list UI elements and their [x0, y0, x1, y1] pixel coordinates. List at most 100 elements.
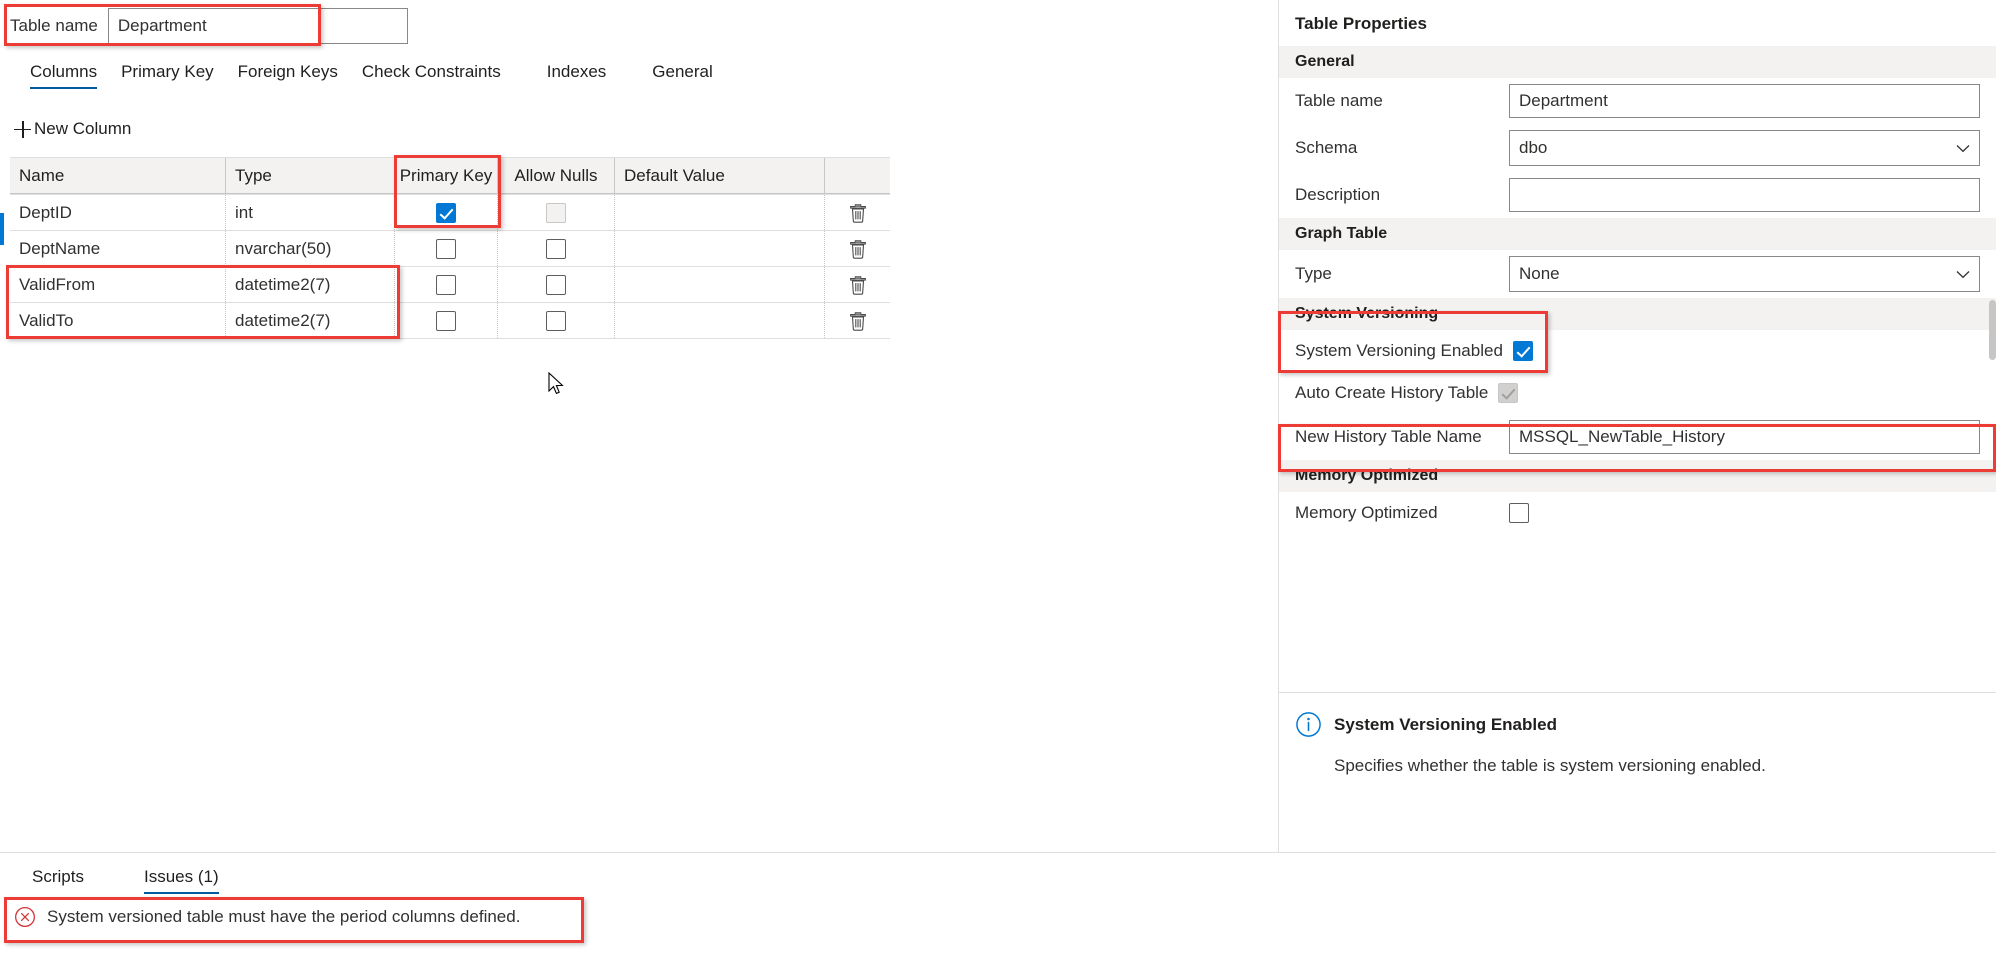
new-history-table-name-input[interactable]: [1509, 420, 1980, 454]
auto-create-history-table-label: Auto Create History Table: [1295, 383, 1489, 402]
properties-scrollbar[interactable]: [1989, 300, 1996, 360]
table-name-property-control: [1509, 84, 1980, 118]
bottom-tabs: Scripts Issues (1): [0, 853, 1996, 896]
tab-check-constraints[interactable]: Check Constraints: [350, 58, 513, 91]
cell-primary-key[interactable]: [395, 231, 498, 266]
property-info-panel: System Versioning Enabled Specifies whet…: [1279, 692, 1996, 852]
table-name-label: Table name: [10, 16, 98, 35]
property-info-title: System Versioning Enabled: [1334, 714, 1557, 734]
field-new-history-table-name: New History Table Name: [1279, 414, 1996, 460]
table-properties-pane: Table Properties General Table name Sche…: [1278, 0, 1996, 852]
cell-column-name[interactable]: DeptID: [10, 195, 226, 230]
mouse-cursor: [548, 372, 564, 395]
cell-allow-nulls[interactable]: [498, 231, 615, 266]
table-designer-pane: Table name Columns Primary Key Foreign K…: [0, 0, 1278, 852]
primary-key-checkbox[interactable]: [436, 238, 456, 259]
cell-delete[interactable]: [825, 195, 890, 230]
cell-column-type[interactable]: datetime2(7): [226, 267, 395, 302]
system-versioning-enabled-checkbox[interactable]: [1512, 341, 1533, 361]
chevron-down-icon: [1956, 144, 1970, 152]
allow-nulls-checkbox[interactable]: [546, 274, 566, 295]
cell-default-value[interactable]: [615, 231, 825, 266]
description-input[interactable]: [1509, 178, 1980, 212]
trash-icon[interactable]: [847, 238, 869, 260]
memory-optimized-label: Memory Optimized: [1295, 503, 1438, 522]
allow-nulls-checkbox[interactable]: [546, 310, 566, 331]
cell-delete[interactable]: [825, 231, 890, 266]
cell-column-name[interactable]: ValidFrom: [10, 267, 226, 302]
column-header-actions: [825, 158, 890, 193]
allow-nulls-checkbox: [546, 202, 566, 223]
table-designer-window: Table name Columns Primary Key Foreign K…: [0, 0, 1996, 966]
description-label: Description: [1295, 185, 1381, 204]
column-header-type: Type: [226, 158, 395, 193]
table-name-property-input[interactable]: [1509, 84, 1980, 118]
graph-type-value: None: [1519, 264, 1560, 283]
property-info-description: Specifies whether the table is system ve…: [1334, 756, 1766, 775]
trash-icon[interactable]: [847, 310, 869, 332]
field-schema: Schema dbo: [1279, 124, 1996, 172]
cell-allow-nulls[interactable]: [498, 303, 615, 338]
schema-dropdown[interactable]: dbo: [1509, 130, 1980, 166]
tab-issues[interactable]: Issues (1): [130, 863, 233, 896]
trash-icon[interactable]: [847, 274, 869, 296]
field-system-versioning-enabled: System Versioning Enabled: [1279, 330, 1996, 372]
column-header-primary-key: Primary Key: [395, 158, 498, 193]
table-row[interactable]: ValidFrom datetime2(7): [10, 266, 890, 302]
table-name-property-label: Table name: [1295, 91, 1383, 110]
allow-nulls-checkbox[interactable]: [546, 238, 566, 259]
graph-type-control: None: [1509, 256, 1980, 292]
row-selection-marker: [0, 213, 4, 245]
cell-default-value[interactable]: [615, 267, 825, 302]
section-graph-table: Graph Table: [1279, 218, 1996, 250]
cell-primary-key[interactable]: [395, 267, 498, 302]
cell-allow-nulls: [498, 195, 615, 230]
cell-default-value[interactable]: [615, 303, 825, 338]
primary-key-checkbox[interactable]: [436, 202, 456, 223]
schema-control: dbo: [1509, 130, 1980, 166]
cell-column-type[interactable]: datetime2(7): [226, 303, 395, 338]
cell-delete[interactable]: [825, 267, 890, 302]
tab-scripts[interactable]: Scripts: [18, 863, 98, 896]
cell-primary-key[interactable]: [395, 195, 498, 230]
cell-column-name[interactable]: DeptName: [10, 231, 226, 266]
columns-grid-header: Name Type Primary Key Allow Nulls Defaul…: [10, 158, 890, 194]
tab-foreign-keys[interactable]: Foreign Keys: [226, 58, 350, 91]
field-table-name: Table name: [1279, 78, 1996, 124]
tab-primary-key[interactable]: Primary Key: [109, 58, 226, 91]
cell-delete[interactable]: [825, 303, 890, 338]
issue-list-item[interactable]: System versioned table must have the per…: [0, 896, 1996, 938]
error-icon: [15, 907, 35, 927]
trash-icon[interactable]: [847, 202, 869, 224]
cell-allow-nulls[interactable]: [498, 267, 615, 302]
tab-columns[interactable]: Columns: [18, 58, 109, 91]
issue-message: System versioned table must have the per…: [47, 907, 521, 926]
field-description: Description: [1279, 172, 1996, 218]
column-header-default-value: Default Value: [615, 158, 825, 193]
cell-default-value[interactable]: [615, 195, 825, 230]
tab-general[interactable]: General: [640, 58, 724, 91]
new-column-button[interactable]: New Column: [14, 119, 131, 139]
new-history-table-name-label: New History Table Name: [1295, 427, 1482, 446]
cell-column-name[interactable]: ValidTo: [10, 303, 226, 338]
section-system-versioning: System Versioning: [1279, 298, 1996, 330]
schema-label: Schema: [1295, 138, 1358, 157]
primary-key-checkbox[interactable]: [436, 274, 456, 295]
graph-type-dropdown[interactable]: None: [1509, 256, 1980, 292]
column-header-allow-nulls: Allow Nulls: [498, 158, 615, 193]
table-name-input[interactable]: [107, 8, 408, 44]
columns-grid: Name Type Primary Key Allow Nulls Defaul…: [10, 157, 890, 339]
column-header-name: Name: [10, 158, 226, 193]
cell-primary-key[interactable]: [395, 303, 498, 338]
cell-column-type[interactable]: int: [226, 195, 395, 230]
table-row[interactable]: ValidTo datetime2(7): [10, 302, 890, 338]
cell-column-type[interactable]: nvarchar(50): [226, 231, 395, 266]
property-info-header: System Versioning Enabled: [1295, 711, 1980, 738]
new-history-table-name-control: [1509, 420, 1980, 454]
tab-indexes[interactable]: Indexes: [535, 58, 619, 91]
table-row[interactable]: DeptID int: [10, 194, 890, 230]
primary-key-checkbox[interactable]: [436, 310, 456, 331]
schema-value: dbo: [1519, 138, 1548, 157]
table-row[interactable]: DeptName nvarchar(50): [10, 230, 890, 266]
memory-optimized-checkbox[interactable]: [1509, 503, 1529, 523]
